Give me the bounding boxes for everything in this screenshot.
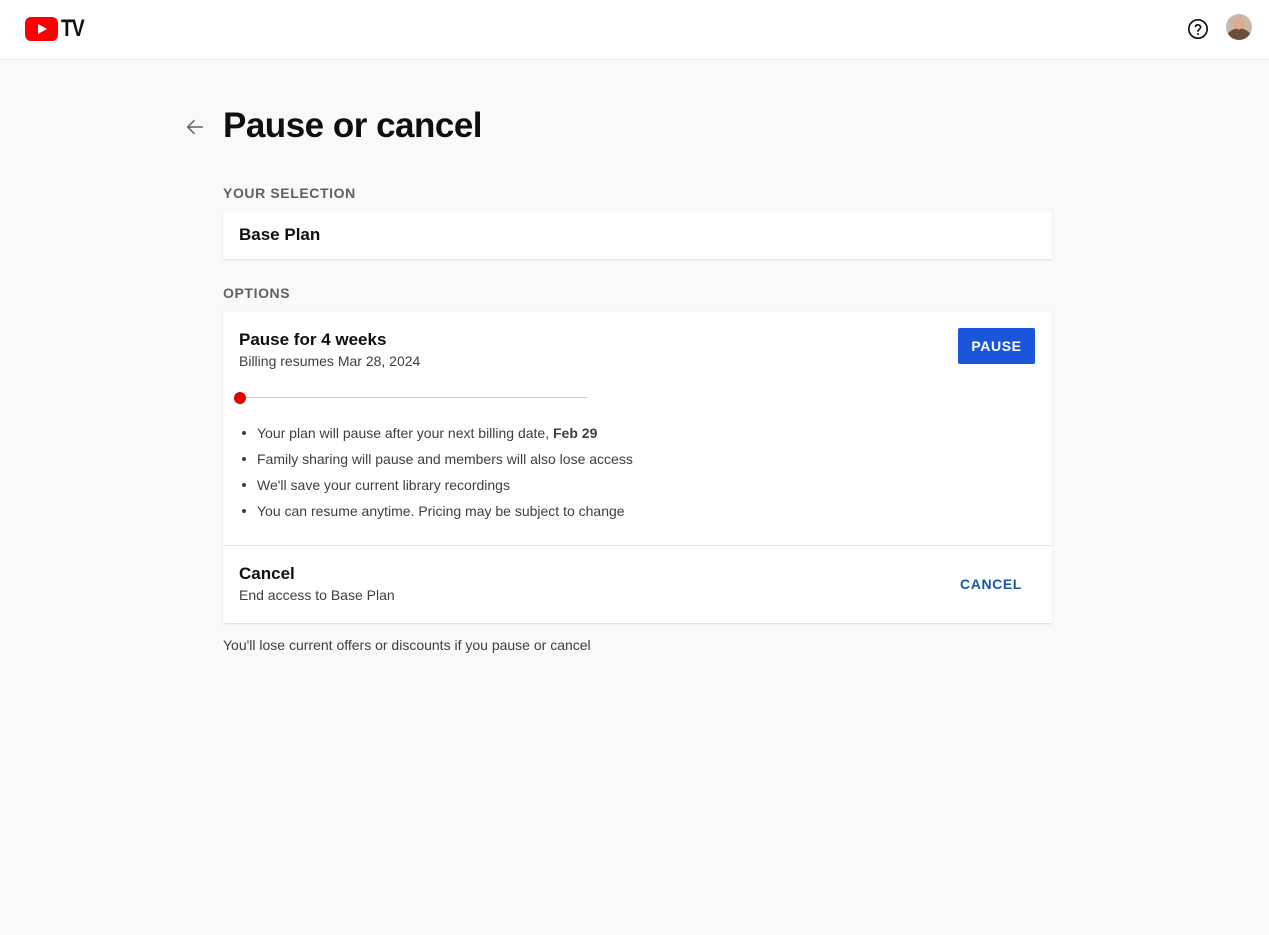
youtube-tv-logo[interactable]: TV: [25, 17, 90, 41]
slider-thumb[interactable]: [234, 392, 246, 404]
divider: [223, 545, 1052, 546]
back-arrow-icon[interactable]: [184, 116, 206, 138]
cancel-option-title: Cancel: [239, 564, 295, 583]
logo-text: TV: [61, 15, 85, 42]
page-title: Pause or cancel: [223, 106, 483, 145]
selected-plan: Base Plan: [239, 225, 321, 244]
pause-option-title: Pause for 4 weeks: [239, 330, 387, 349]
cancel-button[interactable]: CANCEL: [951, 569, 1031, 599]
cancel-option-subtitle: End access to Base Plan: [239, 587, 395, 603]
footnote: You'll lose current offers or discounts …: [223, 637, 591, 653]
top-bar: TV: [0, 0, 1269, 60]
options-label: OPTIONS: [223, 285, 291, 301]
list-item: Family sharing will pause and members wi…: [239, 450, 633, 476]
list-item: You can resume anytime. Pricing may be s…: [239, 502, 633, 528]
selection-card: Base Plan: [223, 211, 1052, 259]
list-item: Your plan will pause after your next bil…: [239, 424, 633, 450]
pause-details-list: Your plan will pause after your next bil…: [239, 424, 633, 528]
help-icon[interactable]: [1187, 18, 1209, 40]
list-item: We'll save your current library recordin…: [239, 476, 633, 502]
avatar[interactable]: [1226, 14, 1252, 40]
slider-track: [240, 397, 588, 398]
pause-button[interactable]: PAUSE: [958, 328, 1035, 364]
options-card: Pause for 4 weeks Billing resumes Mar 28…: [223, 312, 1052, 623]
pause-duration-slider[interactable]: [234, 391, 589, 405]
youtube-play-icon: [25, 17, 58, 41]
pause-option-subtitle: Billing resumes Mar 28, 2024: [239, 353, 421, 369]
your-selection-label: YOUR SELECTION: [223, 185, 356, 201]
